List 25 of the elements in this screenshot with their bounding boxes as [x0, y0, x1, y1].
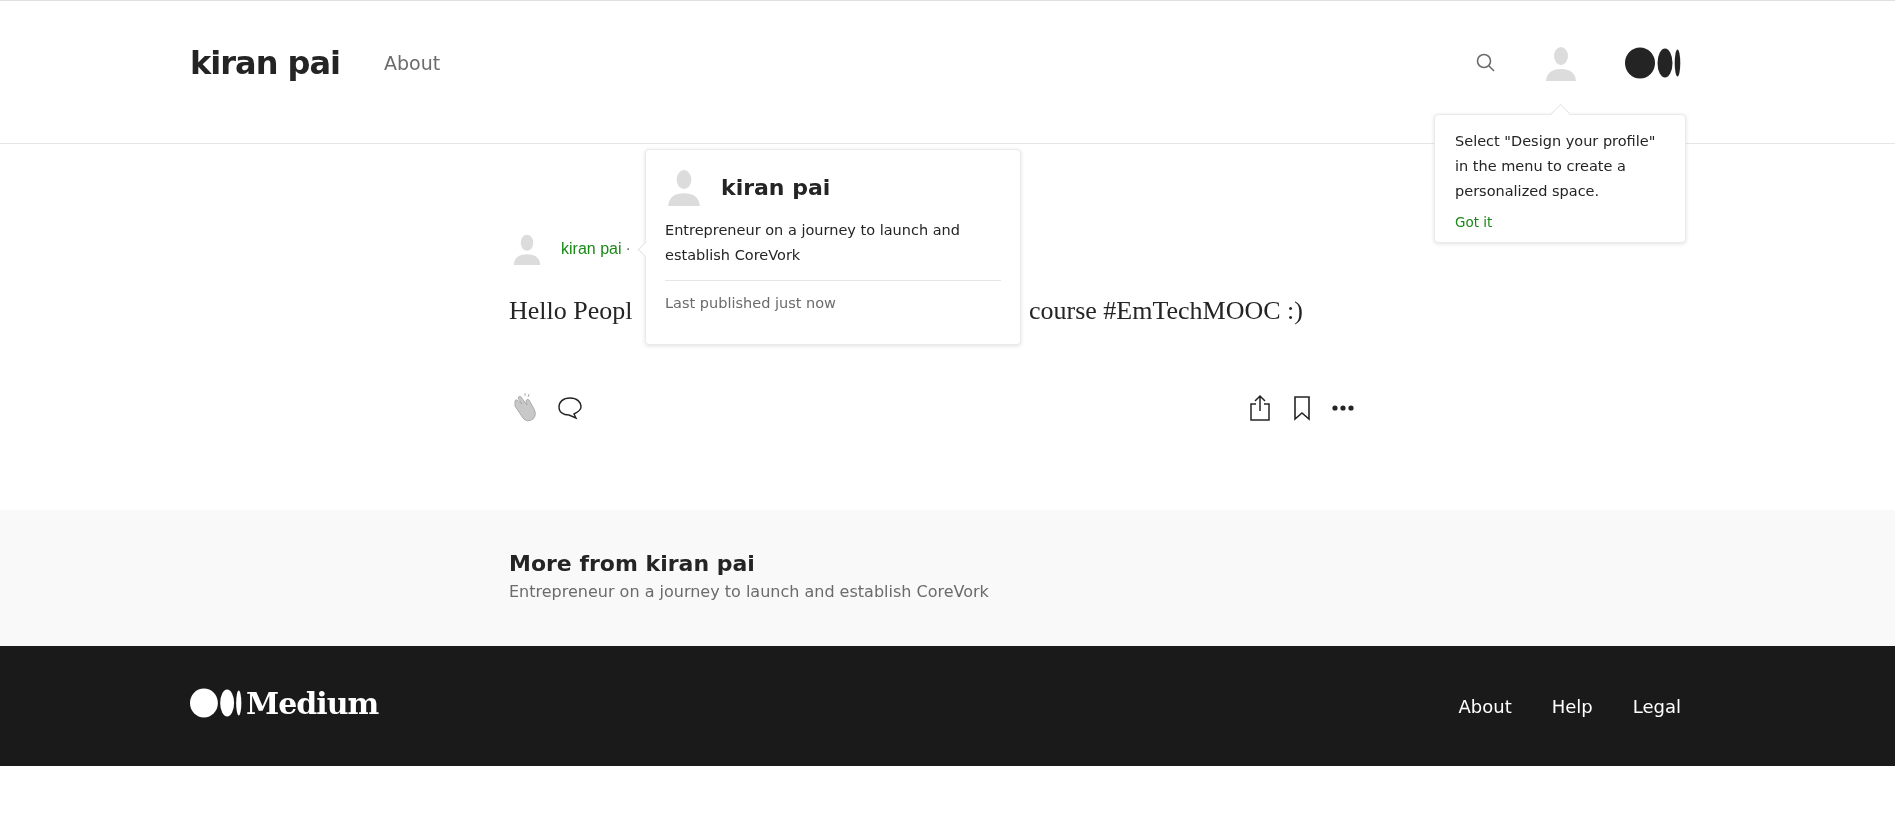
author-bio: Entrepreneur on a journey to launch and establish CoreVork [665, 218, 1001, 281]
comment-icon[interactable] [557, 395, 583, 421]
more-icon[interactable] [1332, 405, 1354, 411]
brand-name[interactable]: Medium [246, 685, 379, 721]
tooltip-text: Select "Design your profile" in the menu to create a personalized space. [1455, 132, 1657, 201]
bookmark-icon[interactable] [1292, 395, 1312, 421]
story-text: Hello Peopl [509, 296, 634, 326]
separator: · [625, 240, 631, 258]
footer-link[interactable]: Legal [1632, 695, 1681, 717]
avatar-icon [665, 168, 703, 206]
logo-icon[interactable] [190, 688, 242, 718]
section-title: More from kiran pai [509, 551, 756, 576]
share-icon[interactable] [1248, 394, 1272, 422]
last-published-text: Last published just now [665, 295, 837, 311]
author-name[interactable]: kiran pai [721, 174, 831, 200]
nav-link[interactable]: About [384, 52, 441, 74]
author-bio: Entrepreneur on a journey to launch and establish CoreVork [509, 582, 990, 601]
story-text: course #EmTechMOOC :) [1029, 296, 1303, 326]
search-icon[interactable] [1475, 52, 1497, 74]
footer-link[interactable]: Help [1551, 695, 1593, 717]
blog-title[interactable]: kiran pai [190, 44, 340, 82]
author-link[interactable]: kiran pai [561, 240, 622, 258]
logo-icon[interactable] [1625, 47, 1681, 79]
got-it-link[interactable]: Got it [1455, 214, 1493, 230]
footer-link[interactable]: About [1458, 695, 1512, 717]
